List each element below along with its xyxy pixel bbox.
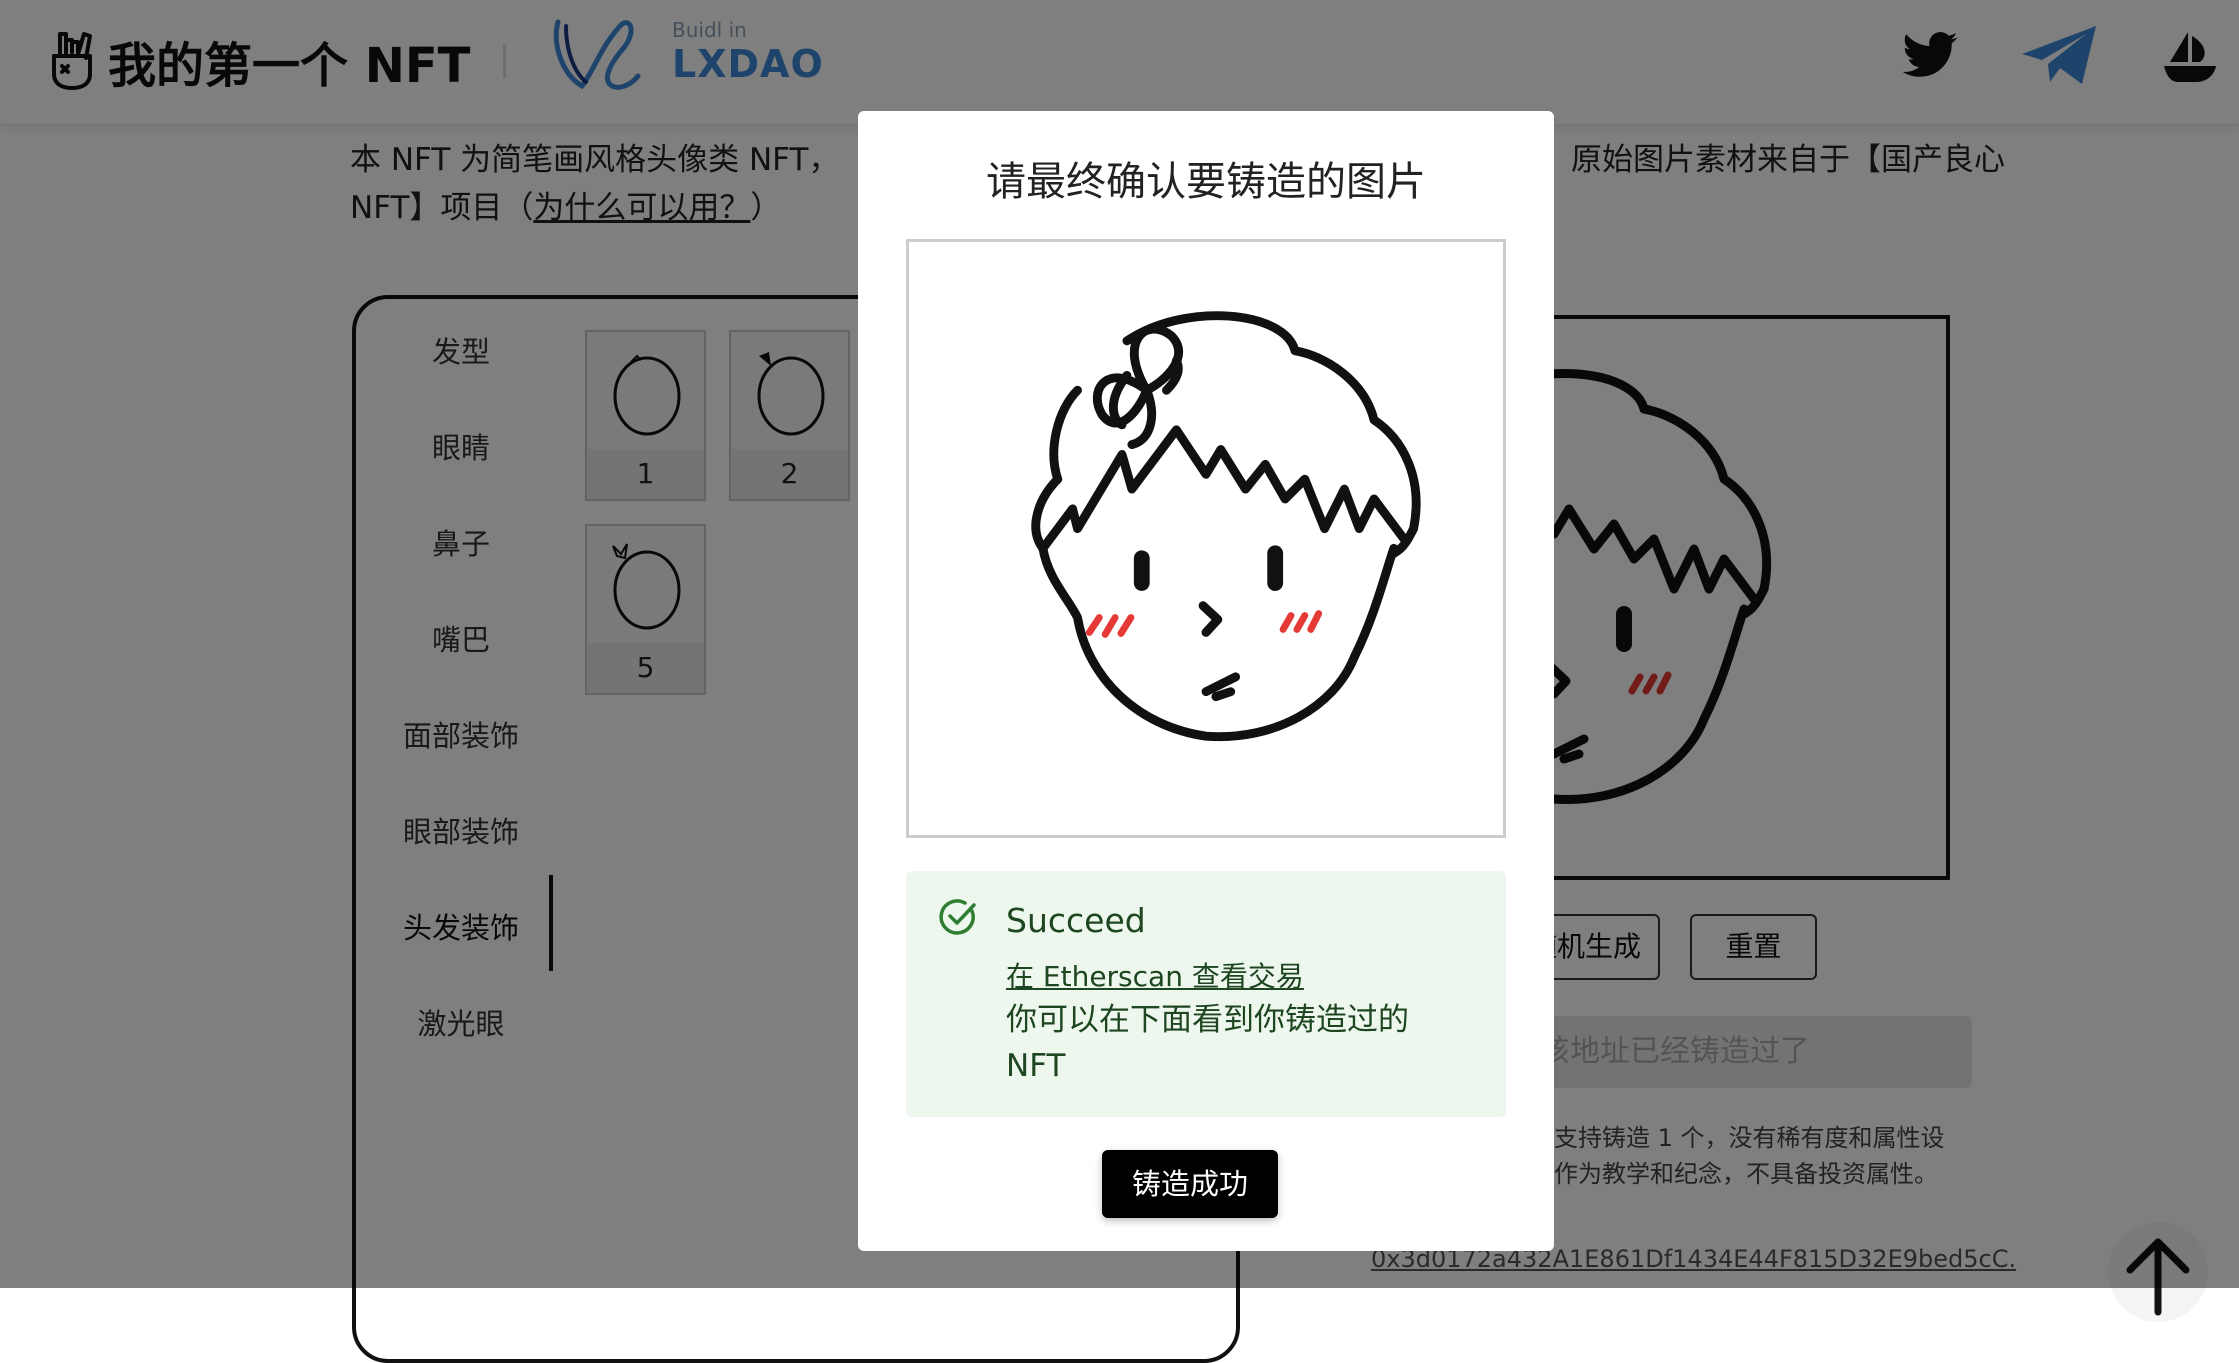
mint-success-button[interactable]: 铸造成功 — [1102, 1150, 1278, 1218]
alert-message: 你可以在下面看到你铸造过的 NFT — [1006, 1002, 1409, 1084]
alert-status: Succeed — [1006, 901, 1146, 940]
nft-image-frame — [906, 239, 1506, 838]
mint-confirm-dialog: 请最终确认要铸造的图片 Succeed 在 Etherscan 查看交易 你可以… — [858, 111, 1554, 1251]
success-alert: Succeed 在 Etherscan 查看交易 你可以在下面看到你铸造过的 N… — [906, 871, 1506, 1117]
dialog-title: 请最终确认要铸造的图片 — [986, 159, 1426, 205]
nft-face-image — [909, 242, 1503, 835]
check-circle-icon — [939, 899, 976, 935]
etherscan-link[interactable]: 在 Etherscan 查看交易 — [1006, 955, 1304, 995]
